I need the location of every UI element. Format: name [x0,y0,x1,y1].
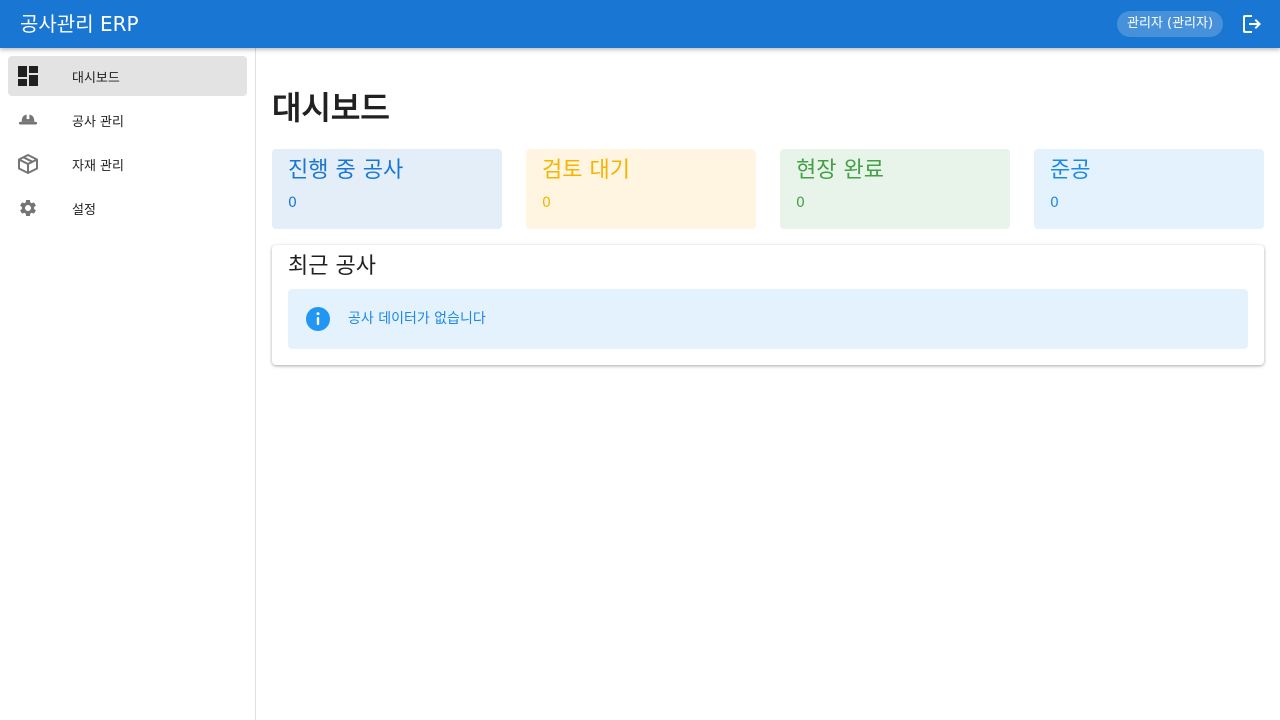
sidebar-item-dashboard[interactable]: 대시보드 [8,56,247,96]
app-title: 공사관리 ERP [20,12,139,36]
main-content: 대시보드 진행 중 공사 0 검토 대기 0 현장 완료 0 준공 0 최근 공… [256,48,1280,720]
hardhat-icon [18,110,38,130]
stat-value: 0 [542,195,551,211]
recent-projects-title: 최근 공사 [288,254,376,279]
stat-title: 준공 [1050,158,1091,183]
sidebar-item-label: 공사 관리 [72,114,124,130]
sidebar-item-projects[interactable]: 공사 관리 [8,100,247,140]
gear-icon [18,198,38,218]
recent-projects-card: 최근 공사 공사 데이터가 없습니다 [272,245,1264,365]
info-icon [306,307,330,331]
stat-card-pending-review: 검토 대기 0 [526,149,756,229]
dashboard-icon [18,66,38,86]
sidebar-item-label: 자재 관리 [72,158,124,174]
stat-title: 검토 대기 [542,158,630,183]
sidebar: 대시보드 공사 관리 자재 관리 설정 [0,48,256,720]
page-title: 대시보드 [272,89,390,127]
user-chip[interactable]: 관리자 (관리자) [1117,11,1224,37]
logout-button[interactable] [1238,10,1266,38]
stat-value: 0 [796,195,805,211]
stat-value: 0 [288,195,297,211]
sidebar-item-materials[interactable]: 자재 관리 [8,144,247,184]
sidebar-item-label: 설정 [72,202,96,218]
package-icon [18,154,38,174]
stat-title: 현장 완료 [796,158,884,183]
logout-icon [1243,15,1261,33]
stat-card-site-complete: 현장 완료 0 [780,149,1010,229]
sidebar-item-settings[interactable]: 설정 [8,188,247,228]
app-bar: 공사관리 ERP 관리자 (관리자) [0,0,1280,48]
empty-state-alert: 공사 데이터가 없습니다 [288,289,1248,349]
stat-value: 0 [1050,195,1059,211]
stat-title: 진행 중 공사 [288,158,404,183]
stat-card-in-progress: 진행 중 공사 0 [272,149,502,229]
empty-state-message: 공사 데이터가 없습니다 [348,311,486,327]
stat-card-completed: 준공 0 [1034,149,1264,229]
sidebar-item-label: 대시보드 [72,70,120,86]
